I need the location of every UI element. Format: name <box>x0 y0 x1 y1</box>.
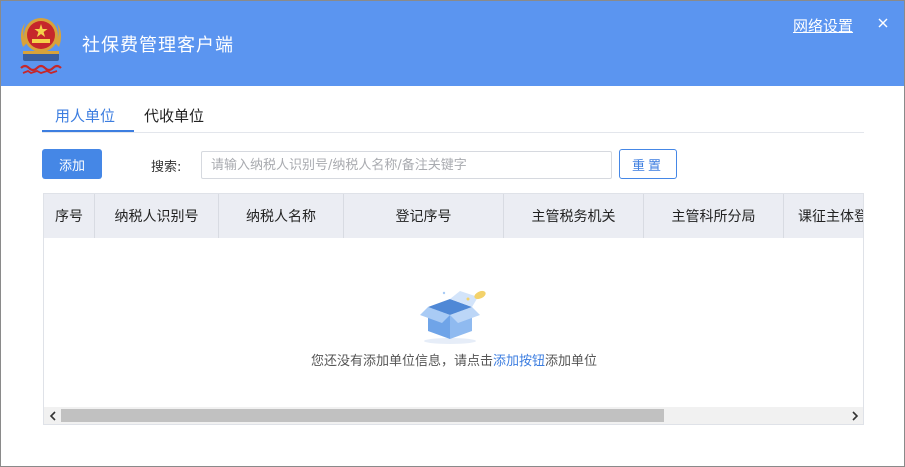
unit-table: 序号 纳税人识别号 纳税人名称 登记序号 主管税务机关 主管科所分局 课征主体登… <box>43 193 864 425</box>
tab-employer[interactable]: 用人单位 <box>55 105 115 126</box>
app-window: 社保费管理客户端 网络设置 用人单位 代收单位 添加 搜索: 重置 序号 纳税人… <box>0 0 905 467</box>
empty-message: 您还没有添加单位信息，请点击添加按钮添加单位 <box>44 350 863 369</box>
add-button[interactable]: 添加 <box>42 149 102 179</box>
network-settings-link[interactable]: 网络设置 <box>793 15 853 36</box>
column-header-index: 序号 <box>44 194 95 238</box>
tax-emblem-icon <box>20 18 62 74</box>
chevron-left-icon[interactable] <box>44 407 61 424</box>
horizontal-scrollbar[interactable] <box>44 407 863 424</box>
column-header-taxpayer-id: 纳税人识别号 <box>95 194 219 238</box>
tab-bar: 用人单位 代收单位 <box>42 102 864 133</box>
search-input[interactable] <box>201 151 612 179</box>
search-label: 搜索: <box>151 160 182 175</box>
column-header-tax-branch: 主管科所分局 <box>644 194 784 238</box>
column-header-tax-authority: 主管税务机关 <box>504 194 644 238</box>
empty-state: 您还没有添加单位信息，请点击添加按钮添加单位 <box>44 289 863 369</box>
column-header-levy-subject: 课征主体登 <box>798 209 864 225</box>
empty-box-icon <box>420 290 486 344</box>
reset-button[interactable]: 重置 <box>619 149 677 179</box>
active-tab-indicator <box>42 130 134 132</box>
empty-add-link[interactable]: 添加按钮 <box>493 354 545 369</box>
column-header-registration-no: 登记序号 <box>344 194 504 238</box>
column-header-taxpayer-name: 纳税人名称 <box>219 194 344 238</box>
chevron-right-icon[interactable] <box>846 407 863 424</box>
title-bar: 社保费管理客户端 网络设置 <box>1 1 904 86</box>
table-header: 序号 纳税人识别号 纳税人名称 登记序号 主管税务机关 主管科所分局 课征主体登 <box>44 194 864 238</box>
empty-message-suffix: 添加单位 <box>545 354 598 369</box>
scrollbar-thumb[interactable] <box>61 409 664 422</box>
app-title: 社保费管理客户端 <box>82 35 234 56</box>
empty-message-prefix: 您还没有添加单位信息，请点击 <box>310 354 493 369</box>
tab-collecting-unit[interactable]: 代收单位 <box>144 105 204 126</box>
close-icon[interactable] <box>873 13 893 33</box>
